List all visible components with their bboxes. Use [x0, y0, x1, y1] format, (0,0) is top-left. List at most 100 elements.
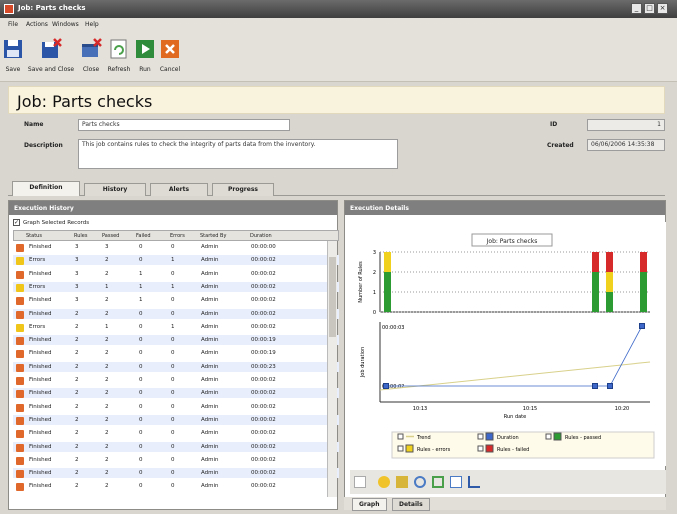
col-status[interactable]: Status: [26, 233, 42, 239]
warning-icon: [16, 323, 24, 332]
col-started-by[interactable]: Started By: [200, 233, 226, 239]
chart-title: Job: Parts checks: [486, 238, 538, 245]
execution-history-title: Execution History: [9, 201, 337, 215]
table-row[interactable]: Finished 2 2 0 0 Admin 00:00:02: [13, 455, 339, 465]
warning-icon: [16, 283, 24, 292]
table-cell: 0: [139, 257, 143, 264]
finished-icon: [16, 470, 24, 479]
table-cell: 3: [75, 283, 79, 290]
menu-file[interactable]: File: [8, 21, 18, 28]
menu-windows[interactable]: Windows: [52, 21, 79, 28]
table-cell: Finished: [29, 403, 52, 410]
table-cell: 0: [139, 323, 143, 330]
table-cell: 0: [171, 350, 175, 357]
table-row[interactable]: Finished 2 2 0 0 Admin 00:00:02: [13, 375, 339, 385]
maximize-button[interactable]: □: [644, 3, 655, 14]
table-cell: 2: [105, 416, 109, 423]
table-cell: Admin: [201, 403, 219, 410]
col-rules[interactable]: Rules: [74, 233, 88, 239]
zoom-in-icon[interactable]: [414, 476, 426, 488]
table-row[interactable]: Errors 3 2 0 1 Admin 00:00:02: [13, 255, 339, 266]
table-row[interactable]: Errors 3 1 1 1 Admin 00:00:02: [13, 281, 339, 292]
tab-history[interactable]: History: [84, 183, 146, 196]
table-row[interactable]: Finished 2 2 0 0 Admin 00:00:02: [13, 468, 339, 479]
table-cell: 0: [139, 430, 143, 437]
run-button[interactable]: Run: [134, 34, 156, 78]
table-row[interactable]: Finished 2 2 0 0 Admin 00:00:02: [13, 402, 339, 412]
save-and-close-label: Save and Close: [27, 66, 75, 73]
table-row[interactable]: Finished 2 2 0 0 Admin 00:00:02: [13, 428, 339, 439]
table-row[interactable]: Errors 2 1 0 1 Admin 00:00:02: [13, 322, 339, 332]
tab-details[interactable]: Details: [392, 498, 430, 511]
page-title: Job: Parts checks: [17, 92, 153, 111]
cancel-button[interactable]: Cancel: [158, 34, 182, 78]
bottom-y-label: Job duration: [360, 347, 366, 378]
table-cell: 00:00:02: [251, 377, 276, 383]
legend-checkbox: [397, 445, 404, 452]
save-and-close-button[interactable]: Save and Close: [26, 34, 76, 78]
table-row[interactable]: Finished 2 2 0 0 Admin 00:00:02: [13, 481, 339, 492]
table-cell: 2: [105, 470, 109, 477]
history-scrollbar[interactable]: [327, 241, 337, 497]
col-duration[interactable]: Duration: [250, 233, 272, 239]
description-field[interactable]: This job contains rules to check the int…: [78, 139, 398, 169]
table-cell: Admin: [201, 283, 219, 290]
tab-definition[interactable]: Definition: [12, 181, 80, 196]
bar-rules-errors: [606, 272, 613, 292]
table-cell: 2: [75, 416, 79, 423]
save-button[interactable]: Save: [2, 34, 24, 78]
table-row[interactable]: Finished 2 2 0 0 Admin 00:00:19: [13, 348, 339, 359]
tab-graph[interactable]: Graph: [352, 498, 387, 511]
move-tool-icon[interactable]: [396, 476, 408, 488]
table-cell: Finished: [29, 470, 52, 477]
col-errors[interactable]: Errors: [170, 233, 185, 239]
table-cell: Admin: [201, 430, 219, 437]
menu-actions[interactable]: Actions: [26, 21, 48, 28]
table-row[interactable]: Finished 3 2 1 0 Admin 00:00:02: [13, 295, 339, 306]
table-cell: Admin: [201, 443, 219, 450]
save-button-label: Save: [5, 66, 21, 73]
refresh-button[interactable]: Refresh: [106, 34, 132, 78]
chart-type-icon[interactable]: [468, 476, 480, 488]
window-close-button[interactable]: ×: [657, 3, 668, 14]
id-label: ID: [550, 121, 558, 128]
menu-help[interactable]: Help: [85, 21, 99, 28]
table-cell: 00:00:02: [251, 323, 276, 330]
table-cell: 2: [75, 443, 79, 450]
table-row[interactable]: Finished 2 2 0 0 Admin 00:00:19: [13, 335, 339, 346]
table-cell: Admin: [201, 257, 219, 264]
close-button[interactable]: Close: [78, 34, 104, 78]
scrollbar-thumb[interactable]: [329, 257, 336, 337]
col-failed[interactable]: Failed: [136, 233, 151, 239]
table-cell: Finished: [29, 270, 52, 277]
duration-line: [386, 325, 643, 387]
tab-alerts[interactable]: Alerts: [150, 183, 208, 196]
bar-rules-passed: [606, 292, 613, 312]
name-field[interactable]: Parts checks: [78, 119, 290, 131]
select-tool-icon[interactable]: [354, 476, 366, 488]
table-row[interactable]: Finished 2 2 0 0 Admin 00:00:02: [13, 441, 339, 452]
table-cell: 00:00:23: [251, 363, 276, 370]
table-cell: Finished: [29, 483, 52, 490]
minimize-button[interactable]: _: [631, 3, 642, 14]
table-cell: Finished: [29, 350, 52, 357]
table-row[interactable]: Finished 2 2 0 0 Admin 00:00:23: [13, 361, 339, 372]
zoom-fit-icon[interactable]: [432, 476, 444, 488]
finished-icon: [16, 443, 24, 452]
table-row[interactable]: Finished 2 2 0 0 Admin 00:00:02: [13, 414, 339, 425]
table-row[interactable]: Finished 2 2 0 0 Admin 00:00:02: [13, 308, 339, 319]
table-row[interactable]: Finished 3 2 1 0 Admin 00:00:02: [13, 269, 339, 279]
details-tab-bar: Graph Details: [344, 497, 666, 511]
tab-progress[interactable]: Progress: [212, 183, 274, 196]
3d-view-icon[interactable]: [450, 476, 462, 488]
table-cell: 0: [139, 377, 143, 383]
col-passed[interactable]: Passed: [102, 233, 119, 239]
table-cell: Finished: [29, 443, 52, 450]
table-row[interactable]: Finished 3 3 0 0 Admin 00:00:00: [13, 242, 339, 252]
table-cell: 0: [139, 456, 143, 463]
table-cell: 00:00:02: [251, 430, 276, 437]
pan-tool-icon[interactable]: [378, 476, 390, 488]
table-row[interactable]: Finished 2 2 0 0 Admin 00:00:02: [13, 388, 339, 399]
table-cell: Finished: [29, 416, 52, 423]
table-cell: 0: [171, 244, 175, 250]
